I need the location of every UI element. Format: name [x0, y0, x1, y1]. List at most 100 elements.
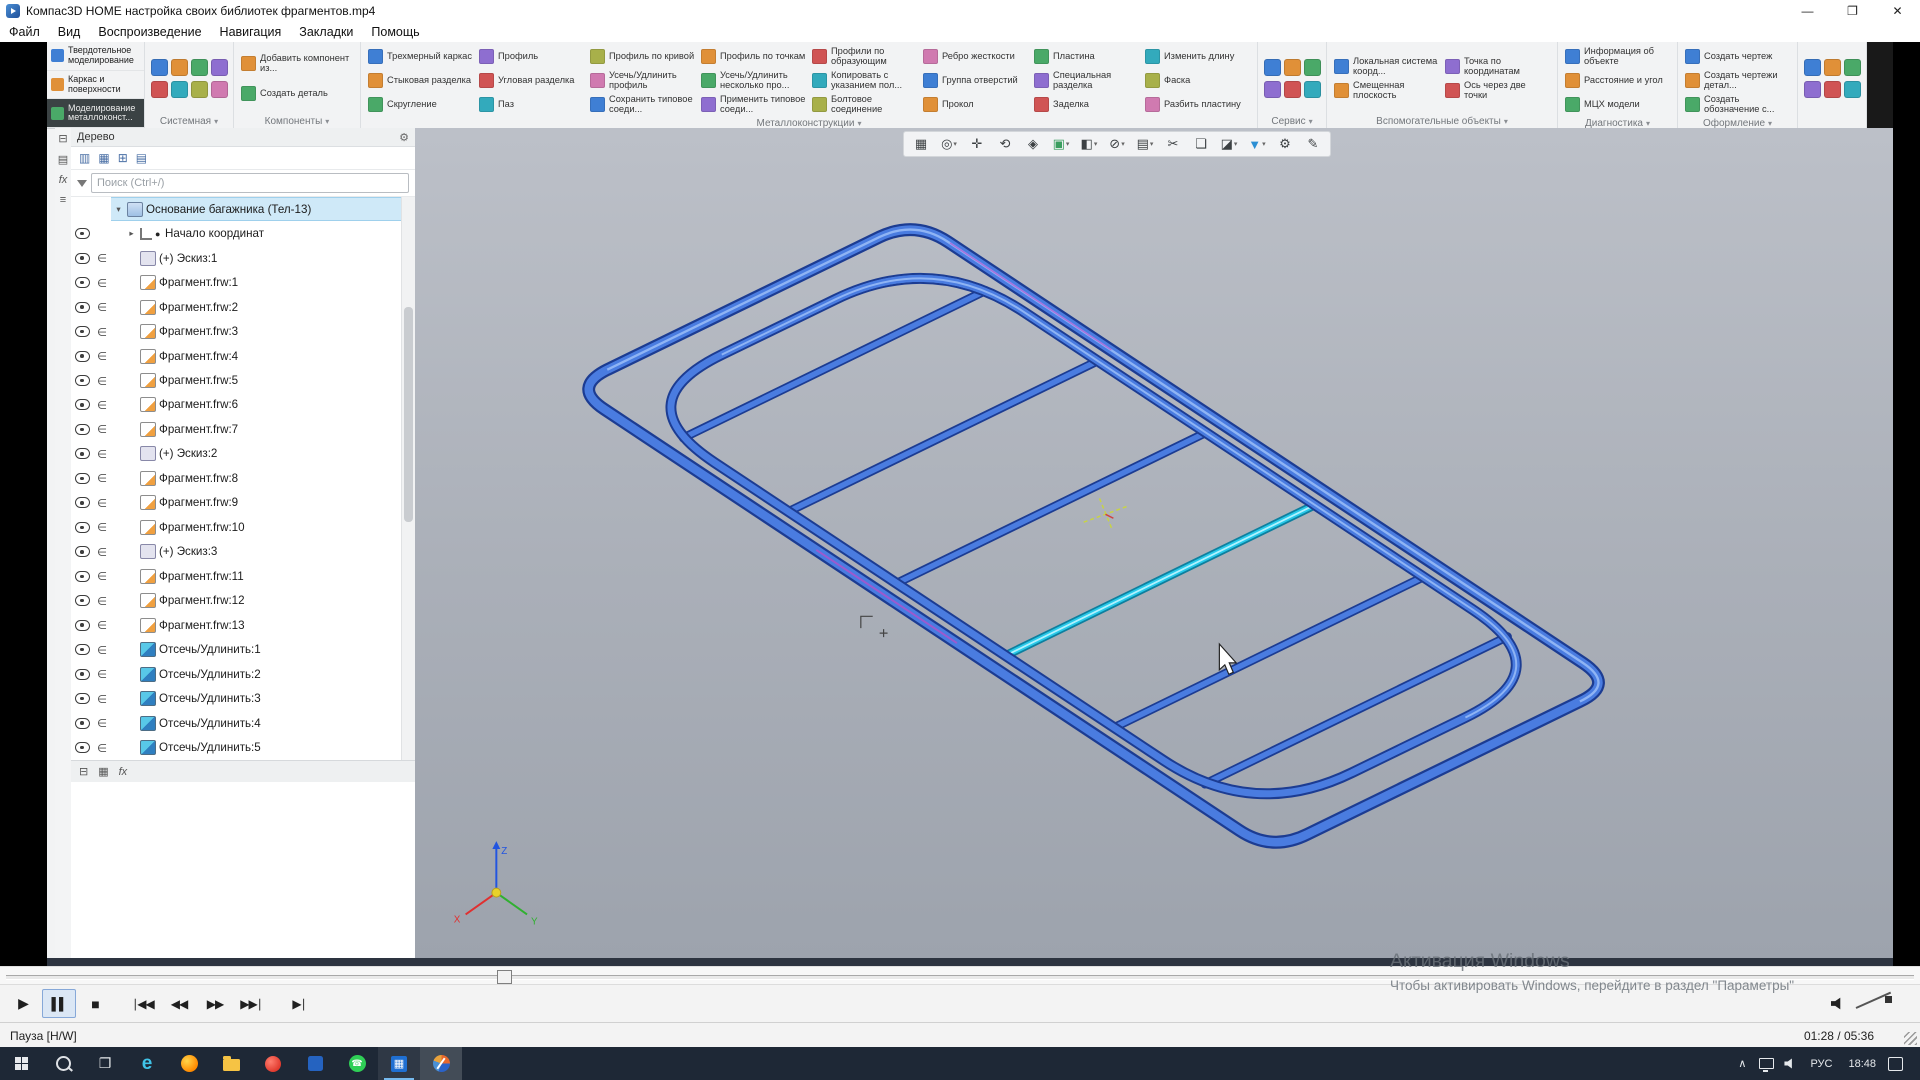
service-icon-2[interactable] [1284, 59, 1301, 76]
tree-item-main[interactable]: Фрагмент.frw:9 [111, 491, 415, 515]
tree-item-main[interactable]: Фрагмент.frw:13 [111, 613, 415, 637]
visibility-eye-icon[interactable] [75, 718, 90, 729]
visibility-eye-icon[interactable] [75, 669, 90, 680]
next-button[interactable]: ▶▶∣ [234, 989, 268, 1018]
office-icon[interactable] [294, 1047, 336, 1080]
ribbon-button[interactable]: Угловая разделка [476, 68, 587, 92]
ribbon-button[interactable]: Добавить компонент из... [238, 48, 356, 78]
tree-item-22[interactable]: ∈Отсечь/Удлинить:4 [71, 711, 415, 735]
stop-button[interactable]: ■ [78, 989, 112, 1018]
ribbon-button[interactable]: Расстояние и угол [1562, 68, 1673, 92]
extra-icon-1[interactable] [1804, 59, 1821, 76]
menu-item-3[interactable]: Воспроизведение [89, 25, 210, 39]
visibility-eye-icon[interactable] [75, 253, 90, 264]
forward-button[interactable]: ▶▶ [198, 989, 232, 1018]
tree-item-7[interactable]: ∈Фрагмент.frw:4 [71, 344, 415, 368]
panel-sheet-icon[interactable]: ▤ [58, 153, 68, 166]
media-player-icon[interactable] [420, 1047, 462, 1080]
step-button[interactable]: ▶∣ [282, 989, 316, 1018]
system-icon-7[interactable] [191, 81, 208, 98]
ribbon-button[interactable]: Изменить длину [1142, 44, 1253, 68]
ribbon-button[interactable]: МЦХ модели [1562, 92, 1673, 116]
visibility-eye-icon[interactable] [75, 351, 90, 362]
ribbon-button[interactable]: Профиль по точкам [698, 44, 809, 68]
visibility-eye-icon[interactable] [75, 375, 90, 386]
ribbon-tab-3[interactable]: Моделирование металлоконст... [47, 99, 144, 128]
ribbon-button[interactable]: Точка по координатам [1442, 54, 1553, 78]
visibility-eye-icon[interactable] [75, 571, 90, 582]
network-icon[interactable] [1754, 1058, 1778, 1069]
ribbon-button[interactable]: Фаска [1142, 68, 1253, 92]
minimize-button[interactable]: — [1785, 0, 1830, 22]
tree-scrollbar[interactable] [401, 197, 415, 760]
ribbon-button[interactable]: Создать чертежи детал... [1682, 68, 1793, 92]
tab-grid-icon[interactable]: ▦ [98, 765, 108, 778]
whatsapp-icon[interactable]: ☎ [336, 1047, 378, 1080]
panel-menu-icon[interactable]: ≡ [60, 194, 66, 206]
previous-button[interactable]: ∣◀◀ [126, 989, 160, 1018]
ribbon-button[interactable]: Профили по образующим [809, 44, 920, 68]
ribbon-button[interactable]: Информация об объекте [1562, 44, 1673, 68]
system-icon-5[interactable] [151, 81, 168, 98]
tree-item-11[interactable]: ∈(+) Эскиз:2 [71, 442, 415, 466]
tree-item-9[interactable]: ∈Фрагмент.frw:6 [71, 393, 415, 417]
tree-item-main[interactable]: Фрагмент.frw:10 [111, 515, 415, 539]
pause-button[interactable]: ▌▌ [42, 989, 76, 1018]
kompas-icon[interactable]: ▦ [378, 1047, 420, 1080]
ribbon-button[interactable]: Заделка [1031, 92, 1142, 116]
menu-item-6[interactable]: Помощь [362, 25, 428, 39]
tab-fx-icon[interactable]: fx [119, 766, 128, 778]
tree-item-main[interactable]: Фрагмент.frw:8 [111, 466, 415, 490]
ribbon-button[interactable]: Прокол [920, 92, 1031, 116]
extra-icon-6[interactable] [1844, 81, 1861, 98]
tree-item-2[interactable]: ▸●Начало координат [71, 221, 415, 245]
tree-view-icon-2[interactable]: ▦ [98, 151, 109, 165]
tree-item-main[interactable]: Отсечь/Удлинить:5 [111, 735, 415, 759]
ribbon-button[interactable]: Усечь/Удлинить несколько про... [698, 68, 809, 92]
tree-item-main[interactable]: Фрагмент.frw:7 [111, 417, 415, 441]
ribbon-button[interactable]: Группа отверстий [920, 68, 1031, 92]
volume-slider-thumb[interactable] [1885, 996, 1892, 1003]
ribbon-button[interactable]: Стыковая разделка [365, 68, 476, 92]
tree-item-23[interactable]: ∈Отсечь/Удлинить:5 [71, 735, 415, 759]
clock[interactable]: 18:48 [1840, 1058, 1884, 1070]
visibility-eye-icon[interactable] [75, 742, 90, 753]
tree-item-main[interactable]: ▸●Начало координат [111, 221, 415, 245]
tree-item-main[interactable]: Фрагмент.frw:3 [111, 319, 415, 343]
tree-item-20[interactable]: ∈Отсечь/Удлинить:2 [71, 662, 415, 686]
ribbon-button[interactable]: Смещенная плоскость [1331, 78, 1442, 102]
tree-view-icon-1[interactable]: ▥ [79, 151, 90, 165]
ribbon-group-label[interactable]: Металлоконструкции▾ [361, 118, 1257, 128]
maximize-button[interactable]: ❐ [1830, 0, 1875, 22]
ribbon-button[interactable]: Применить типовое соеди... [698, 92, 809, 116]
ribbon-tab-1[interactable]: Твердотельное моделирование [47, 42, 144, 71]
ribbon-group-label[interactable]: Сервис▾ [1258, 114, 1326, 128]
keyboard-language[interactable]: РУС [1802, 1058, 1840, 1070]
visibility-eye-icon[interactable] [75, 595, 90, 606]
ribbon-group-label[interactable]: Компоненты▾ [234, 114, 360, 128]
extra-icon-2[interactable] [1824, 59, 1841, 76]
tree-item-main[interactable]: Отсечь/Удлинить:3 [111, 686, 415, 710]
visibility-eye-icon[interactable] [75, 620, 90, 631]
rewind-button[interactable]: ◀◀ [162, 989, 196, 1018]
ribbon-button[interactable]: Создать обозначение с... [1682, 92, 1793, 116]
tree-item-1[interactable]: ▾Основание багажника (Тел-13) [71, 197, 415, 221]
ribbon-button[interactable]: Ось через две точки [1442, 78, 1553, 102]
firefox-icon[interactable] [168, 1047, 210, 1080]
system-icon-2[interactable] [171, 59, 188, 76]
ribbon-button[interactable]: Усечь/Удлинить профиль [587, 68, 698, 92]
system-icon-4[interactable] [211, 59, 228, 76]
ribbon-group-label[interactable] [1798, 114, 1866, 128]
visibility-eye-icon[interactable] [75, 399, 90, 410]
service-icon-4[interactable] [1264, 81, 1281, 98]
ribbon-button[interactable]: Локальная система коорд... [1331, 54, 1442, 78]
visibility-eye-icon[interactable] [75, 497, 90, 508]
service-icon-5[interactable] [1284, 81, 1301, 98]
visibility-eye-icon[interactable] [75, 448, 90, 459]
ribbon-button[interactable]: Ребро жесткости [920, 44, 1031, 68]
service-icon-1[interactable] [1264, 59, 1281, 76]
ribbon-button[interactable]: Профиль [476, 44, 587, 68]
ribbon-group-label[interactable]: Системная▾ [145, 114, 233, 128]
tree-item-main[interactable]: (+) Эскиз:2 [111, 442, 415, 466]
resize-grip[interactable] [1904, 1032, 1917, 1045]
